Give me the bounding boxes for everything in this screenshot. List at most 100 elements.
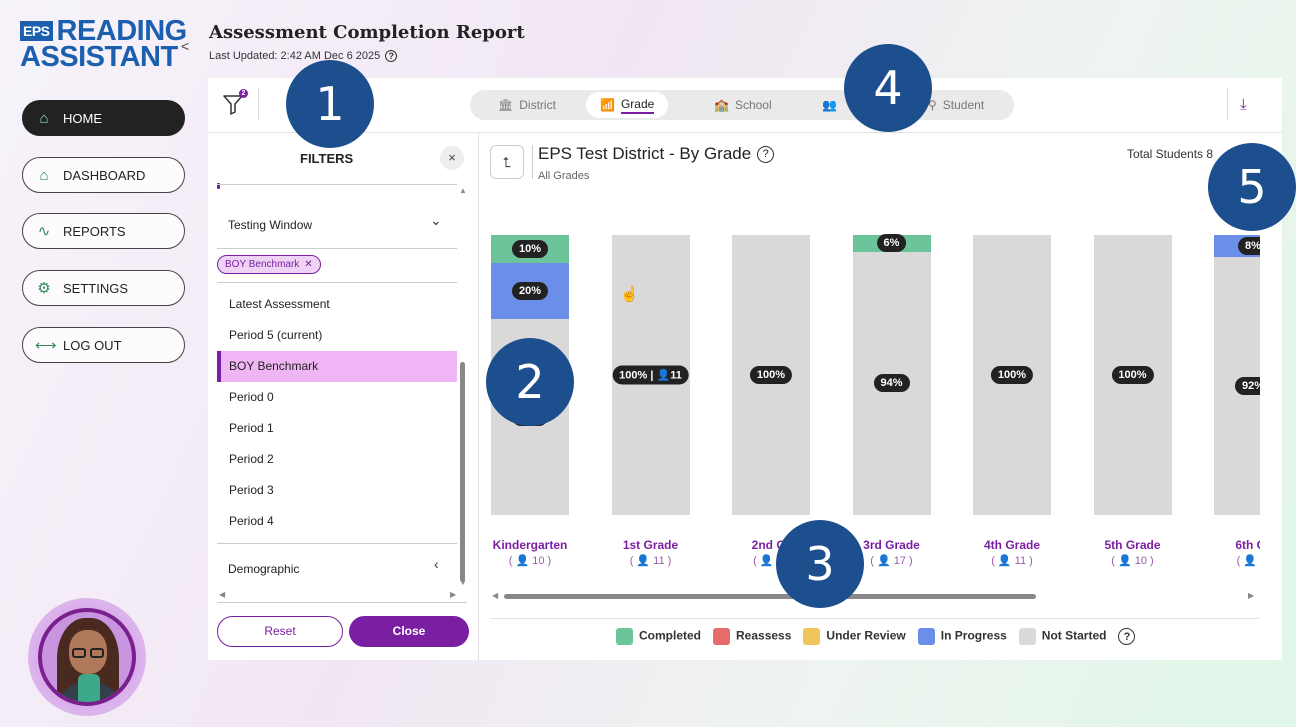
close-icon[interactable]: ×: [440, 146, 464, 170]
bar-data-label: 92%: [1234, 377, 1260, 396]
option-period-5[interactable]: Period 5 (current): [217, 320, 457, 351]
chart-legend: Completed Reassess Under Review In Progress…: [616, 628, 1136, 645]
chevron-left-icon[interactable]: ‹: [434, 556, 439, 572]
tab-school-label: School: [734, 98, 772, 112]
chevron-down-icon[interactable]: ⌄: [430, 212, 442, 229]
category-student-count: ( 👤 10 ): [1111, 555, 1154, 567]
bar-data-label: 100%: [990, 366, 1034, 384]
legend-label: Not Started: [1041, 628, 1107, 643]
page-title: Assessment Completion Report: [209, 22, 525, 43]
category-label[interactable]: 6th Gr: [1198, 538, 1260, 552]
tab-group[interactable]: 👥: [822, 90, 843, 120]
home-icon: ⌂: [39, 109, 49, 127]
legend-label: In Progress: [940, 628, 1007, 643]
scroll-left-icon[interactable]: ◀: [492, 591, 498, 600]
divider: [258, 88, 259, 120]
category-label[interactable]: 4th Grade: [957, 538, 1067, 552]
stairs-icon: 📶: [600, 98, 615, 112]
bar-1[interactable]: 100% | 👤11: [611, 235, 690, 515]
help-icon[interactable]: ?: [385, 50, 398, 62]
callout-4: 4: [844, 44, 932, 132]
nav-home[interactable]: ⌂ HOME: [22, 100, 185, 136]
callout-2: 2: [486, 338, 574, 426]
view-tabs: 🏛 District 📶 Grade 🏫 School 👥 ⚲ Student: [470, 90, 1014, 120]
legend-swatch: [917, 628, 935, 645]
testing-window-label[interactable]: Testing Window: [228, 218, 312, 232]
scroll-down-icon[interactable]: ▼: [459, 578, 467, 587]
avatar-image: [38, 608, 136, 706]
demographic-label[interactable]: Demographic: [228, 562, 299, 576]
category-label[interactable]: Kindergarten: [480, 538, 585, 552]
bar-5[interactable]: 100%: [1093, 235, 1172, 515]
tab-student[interactable]: ⚲ Student: [928, 90, 984, 120]
school-icon: 🏫: [714, 98, 729, 112]
drill-up-button[interactable]: ⮤: [490, 145, 524, 179]
nav-settings[interactable]: ⚙ SETTINGS: [22, 270, 185, 306]
filters-scrollbar[interactable]: ▲ ▼: [458, 186, 468, 600]
option-period-1[interactable]: Period 1: [217, 413, 457, 444]
category-student-count: ( 👤 1:: [1236, 555, 1260, 567]
scroll-right-icon[interactable]: ▶: [1248, 591, 1254, 600]
chart-area: 10%20%70%Kindergarten( 👤 10 )100% | 👤111…: [480, 190, 1260, 570]
collapse-sidebar-icon[interactable]: <: [181, 38, 189, 54]
tab-grade[interactable]: 📶 Grade: [586, 92, 669, 118]
tab-school[interactable]: 🏫 School: [714, 90, 772, 120]
logo-assistant: ASSISTANT: [20, 41, 178, 73]
tab-district[interactable]: 🏛 District: [498, 90, 556, 120]
legend-label: Reassess: [736, 628, 792, 643]
chart-line-icon: ∿: [37, 223, 51, 240]
scroll-right-icon[interactable]: ▶: [450, 590, 456, 599]
bar-3[interactable]: 6% 94%: [852, 234, 931, 515]
gear-icon: ⚙: [37, 280, 51, 297]
divider: [217, 543, 457, 544]
scroll-left-icon[interactable]: ◀: [219, 590, 225, 599]
total-students: Total Students 8: [1127, 147, 1214, 161]
close-button[interactable]: Close: [349, 616, 469, 647]
bar-data-label: 20%: [511, 282, 549, 300]
option-period-0[interactable]: Period 0: [217, 382, 457, 413]
download-icon[interactable]: ⤓: [1240, 96, 1247, 113]
tab-grade-label: Grade: [620, 97, 655, 114]
option-boy-benchmark[interactable]: BOY Benchmark: [217, 351, 457, 382]
category-label[interactable]: 1st Grade: [596, 538, 706, 552]
help-icon[interactable]: ?: [1118, 628, 1136, 645]
legend-swatch: [1018, 628, 1036, 645]
bar-data-label: 100%: [1111, 366, 1154, 384]
filters-horizontal-scrollbar[interactable]: ◀ ▶: [217, 590, 467, 600]
option-period-3[interactable]: Period 3: [217, 475, 457, 506]
legend-swatch: [803, 628, 821, 645]
bar-2[interactable]: 100%: [732, 235, 810, 515]
avatar[interactable]: [28, 598, 146, 716]
reset-button[interactable]: Reset: [217, 616, 343, 647]
last-updated-text: Last Updated: 2:42 AM Dec 6 2025: [209, 50, 381, 62]
legend-label: Under Review: [826, 628, 906, 643]
callout-5: 5: [1208, 143, 1296, 231]
divider: [1227, 88, 1228, 120]
scrollbar-thumb[interactable]: [460, 362, 465, 582]
category-label[interactable]: 5th Grade: [1078, 538, 1188, 552]
nav-reports[interactable]: ∿ REPORTS: [22, 213, 185, 249]
bar-6[interactable]: 8% 92%: [1214, 235, 1260, 515]
divider: [217, 184, 457, 185]
nav-dashboard[interactable]: ⌂ DASHBOARD: [22, 157, 185, 193]
bar-data-label: 100% | 👤11: [612, 365, 689, 385]
legend-item: Reassess: [713, 628, 791, 645]
option-period-4[interactable]: Period 4: [217, 506, 457, 537]
selected-filter-chip[interactable]: BOY Benchmark ✕: [217, 255, 321, 274]
option-period-2[interactable]: Period 2: [217, 444, 457, 475]
nav-logout[interactable]: ⟷ LOG OUT: [22, 327, 185, 363]
bar-4[interactable]: 100%: [973, 235, 1051, 515]
chip-label: BOY Benchmark: [225, 259, 300, 270]
callout-3: 3: [776, 520, 864, 608]
bar-data-label: 94%: [873, 374, 910, 393]
scrollbar-thumb[interactable]: [504, 594, 1036, 599]
legend-item: Completed: [616, 628, 701, 645]
tab-student-label: Student: [942, 98, 985, 112]
scroll-up-icon[interactable]: ▲: [459, 186, 467, 195]
filters-title: FILTERS: [300, 151, 354, 166]
option-latest-assessment[interactable]: Latest Assessment: [217, 289, 457, 320]
help-icon[interactable]: ?: [757, 145, 775, 163]
chip-remove-icon[interactable]: ✕: [304, 259, 312, 270]
chart-horizontal-scrollbar[interactable]: ◀ ▶: [492, 590, 1256, 602]
chart-subtitle: All Grades: [538, 170, 590, 182]
